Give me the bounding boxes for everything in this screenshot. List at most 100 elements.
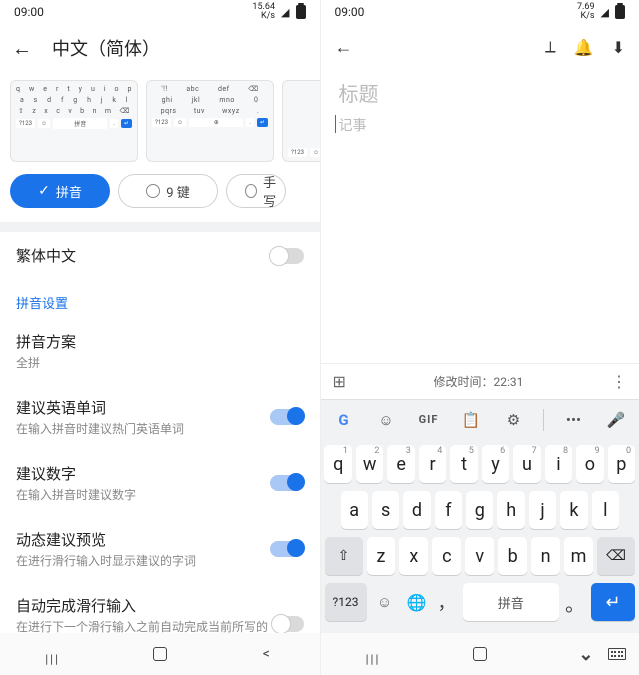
layout-pill-pinyin[interactable]: ✓ 拼音 <box>10 174 110 208</box>
toggle-auto-complete-glide[interactable] <box>272 616 304 632</box>
pin-icon[interactable]: ⟂ <box>545 37 556 57</box>
gif-icon[interactable]: GIF <box>416 413 442 426</box>
nav-home-icon[interactable] <box>150 644 170 664</box>
keyboard-row-1: q1w2e3r4t5y6u7i8o9p0 <box>325 445 636 483</box>
layout-pill-handwrite[interactable]: 手写 <box>226 174 286 208</box>
nav-hide-keyboard-icon[interactable] <box>576 644 596 664</box>
setting-label: 繁体中文 <box>16 245 76 266</box>
note-title-input[interactable]: 标题 <box>339 78 622 107</box>
key-h[interactable]: h <box>497 491 524 529</box>
period-key[interactable]: 。 <box>563 583 587 621</box>
nav-home-icon[interactable] <box>470 644 490 664</box>
nav-keyboard-switcher-icon[interactable] <box>607 644 627 664</box>
layout-pill-9key[interactable]: 9 键 <box>118 174 218 208</box>
toggle-suggest-numbers[interactable] <box>270 475 304 491</box>
key-k[interactable]: k <box>560 491 587 529</box>
setting-pinyin-scheme[interactable]: 拼音方案 全拼 <box>0 318 320 384</box>
layout-preview-9key[interactable]: '!!abcdef⌫ ghijklmno0 pqrstuvwxyz. ?123☺… <box>146 80 274 162</box>
battery-icon <box>615 5 625 19</box>
toggle-dynamic-preview[interactable] <box>270 541 304 557</box>
settings-content: qwertyuiop asdfghjkl ⇧zxcvbnm⌫ ?123☺拼音.↵… <box>0 72 320 675</box>
toggle-suggest-english[interactable] <box>270 409 304 425</box>
setting-label: 动态建议预览 <box>16 529 196 550</box>
key-g[interactable]: g <box>466 491 493 529</box>
key-z[interactable]: z <box>367 537 396 575</box>
nav-recent-icon[interactable] <box>43 644 63 664</box>
setting-label: 建议数字 <box>16 463 136 484</box>
key-m[interactable]: m <box>564 537 593 575</box>
key-n[interactable]: n <box>531 537 560 575</box>
emoji-key[interactable]: ☺ <box>371 583 399 621</box>
layout-preview-handwrite[interactable]: ?123☺ <box>282 80 320 162</box>
key-y[interactable]: y6 <box>482 445 509 483</box>
mic-icon[interactable]: 🎤 <box>603 411 629 429</box>
status-bar: 09:00 15.64 K/s ◢ <box>0 0 320 24</box>
archive-icon[interactable]: ⬇ <box>612 38 625 57</box>
nav-recent-icon[interactable] <box>364 644 384 664</box>
status-time: 09:00 <box>14 5 44 19</box>
setting-suggest-english[interactable]: 建议英语单词 在输入拼音时建议热门英语单词 <box>0 384 320 450</box>
settings-screen: 09:00 15.64 K/s ◢ ← 中文（简体） qwertyuiop as… <box>0 0 320 675</box>
page-title: 中文（简体） <box>52 35 160 61</box>
nav-back-icon[interactable] <box>256 644 276 664</box>
setting-dynamic-preview[interactable]: 动态建议预览 在进行滑行输入时显示建议的字词 <box>0 516 320 582</box>
android-navbar <box>0 633 320 675</box>
key-b[interactable]: b <box>498 537 527 575</box>
status-kbs: 7.69 K/s <box>577 3 595 21</box>
setting-label: 建议英语单词 <box>16 397 184 418</box>
clipboard-icon[interactable]: 📋 <box>458 411 484 429</box>
key-q[interactable]: q1 <box>324 445 351 483</box>
back-icon[interactable]: ← <box>12 36 32 61</box>
key-p[interactable]: p0 <box>608 445 635 483</box>
header-actions: ⟂ 🔔 ⬇ <box>545 37 625 57</box>
space-key[interactable]: 拼音 <box>463 583 560 621</box>
key-e[interactable]: e3 <box>387 445 414 483</box>
key-r[interactable]: r4 <box>419 445 446 483</box>
more-icon[interactable]: ••• <box>561 411 587 429</box>
more-icon[interactable]: ⋮ <box>611 372 627 391</box>
globe-key[interactable]: 🌐 <box>403 583 431 621</box>
setting-suggest-numbers[interactable]: 建议数字 在输入拼音时建议数字 <box>0 450 320 516</box>
note-editor[interactable]: 标题 记事 <box>321 70 639 363</box>
google-icon[interactable]: G <box>331 411 357 429</box>
key-c[interactable]: c <box>432 537 461 575</box>
key-d[interactable]: d <box>403 491 430 529</box>
battery-icon <box>296 5 306 19</box>
divider <box>0 222 320 232</box>
android-navbar <box>321 633 639 675</box>
sticker-icon[interactable]: ☺ <box>373 411 399 429</box>
keyboard-suggestion-bar: G ☺ GIF 📋 ⚙ ••• 🎤 <box>321 399 639 439</box>
key-w[interactable]: w2 <box>356 445 383 483</box>
key-s[interactable]: s <box>372 491 399 529</box>
enter-key[interactable]: ↵ <box>591 583 635 621</box>
setting-sub: 全拼 <box>16 354 76 371</box>
setting-traditional-chinese[interactable]: 繁体中文 <box>0 232 320 279</box>
key-l[interactable]: l <box>592 491 619 529</box>
key-v[interactable]: v <box>465 537 494 575</box>
toggle-traditional[interactable] <box>270 248 304 264</box>
setting-label: 拼音方案 <box>16 331 76 352</box>
key-i[interactable]: i8 <box>545 445 572 483</box>
back-icon[interactable]: ← <box>335 37 353 58</box>
shift-key[interactable]: ⇧ <box>325 537 363 575</box>
key-t[interactable]: t5 <box>450 445 477 483</box>
modified-time: 修改时间：22:31 <box>434 373 524 390</box>
key-f[interactable]: f <box>435 491 462 529</box>
key-o[interactable]: o9 <box>576 445 603 483</box>
key-x[interactable]: x <box>399 537 428 575</box>
backspace-key[interactable]: ⌫ <box>597 537 635 575</box>
setting-sub: 在输入拼音时建议热门英语单词 <box>16 420 184 437</box>
setting-sub: 在输入拼音时建议数字 <box>16 486 136 503</box>
add-icon[interactable]: ⊞ <box>333 372 346 391</box>
layout-preview-qwerty[interactable]: qwertyuiop asdfghjkl ⇧zxcvbnm⌫ ?123☺拼音.↵ <box>10 80 138 162</box>
symbols-key[interactable]: ?123 <box>325 583 367 621</box>
setting-sub: 在进行滑行输入时显示建议的字词 <box>16 552 196 569</box>
settings-icon[interactable]: ⚙ <box>501 411 527 429</box>
layout-label: 手写 <box>263 172 285 210</box>
comma-key[interactable]: ， <box>435 583 459 621</box>
reminder-icon[interactable]: 🔔 <box>574 38 594 57</box>
note-body-input[interactable]: 记事 <box>339 115 622 135</box>
key-a[interactable]: a <box>341 491 368 529</box>
key-u[interactable]: u7 <box>513 445 540 483</box>
key-j[interactable]: j <box>529 491 556 529</box>
